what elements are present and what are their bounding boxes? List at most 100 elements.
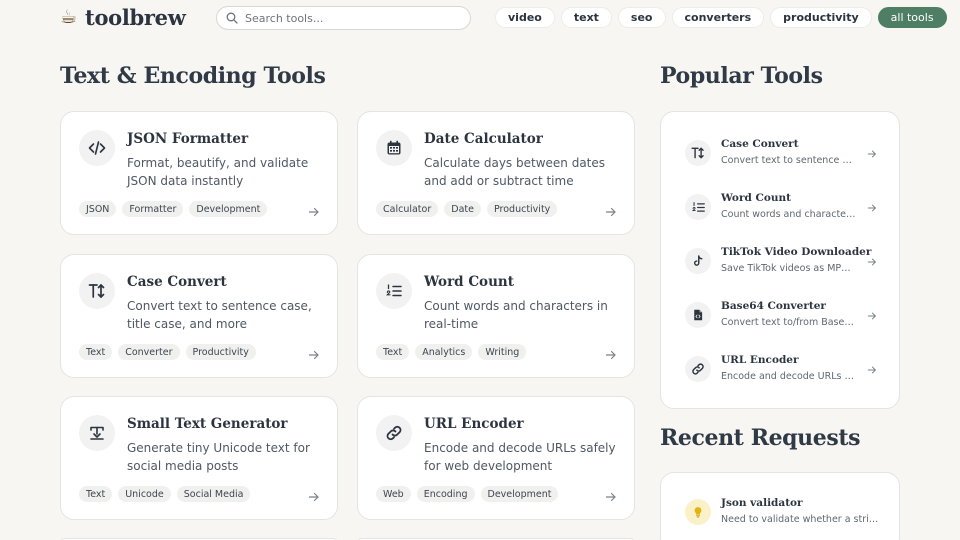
popular-item-base64-converter[interactable]: Base64 Converter Convert text to/from Ba…: [685, 300, 877, 340]
tool-description: Convert text to sentence case, title cas…: [127, 299, 312, 331]
tool-title: Date Calculator: [424, 131, 543, 147]
tag-list: JSON Formatter Development: [79, 201, 268, 217]
popular-item-title: TikTok Video Downloader: [721, 246, 872, 258]
link-icon: [685, 356, 711, 382]
popular-item-word-count[interactable]: Word Count Count words and characters in…: [685, 192, 877, 232]
logo[interactable]: ☕ toolbrew: [60, 4, 186, 30]
tag[interactable]: Text: [376, 344, 410, 360]
tag[interactable]: Text: [79, 486, 113, 502]
lightbulb-icon: [685, 499, 711, 525]
tag[interactable]: Productivity: [486, 201, 558, 217]
tool-title: URL Encoder: [424, 416, 524, 432]
arrow-right-icon: [308, 488, 320, 507]
tool-card-date-calculator[interactable]: Date Calculator Calculate days between d…: [357, 111, 635, 235]
list-ordered-icon: [376, 273, 412, 309]
tag[interactable]: Converter: [118, 344, 180, 360]
arrow-right-icon: [867, 144, 877, 163]
recent-requests-panel: Json validator Need to validate whether …: [660, 472, 900, 540]
tag[interactable]: Analytics: [415, 344, 473, 360]
arrow-right-icon: [308, 203, 320, 222]
nav-pill-all-tools[interactable]: all tools: [877, 7, 947, 28]
tag-list: Calculator Date Productivity: [376, 201, 558, 217]
tool-card-case-convert[interactable]: Case Convert Convert text to sentence ca…: [60, 254, 338, 378]
arrow-right-icon: [867, 198, 877, 217]
case-icon: [685, 140, 711, 166]
arrow-right-icon: [867, 306, 877, 325]
tool-title: Case Convert: [127, 274, 227, 290]
popular-item-tiktok-downloader[interactable]: TikTok Video Downloader Save TikTok vide…: [685, 246, 877, 286]
tool-description: Calculate days between dates and add or …: [424, 156, 606, 188]
page-title: Text & Encoding Tools: [60, 63, 326, 89]
tool-title: JSON Formatter: [127, 131, 249, 147]
arrow-right-icon: [605, 203, 617, 222]
tool-card-json-formatter[interactable]: JSON Formatter Format, beautify, and val…: [60, 111, 338, 235]
search-icon: [226, 9, 238, 28]
tool-description: Encode and decode URLs safely for web de…: [424, 441, 616, 473]
tag[interactable]: Productivity: [185, 344, 256, 360]
arrow-right-icon: [867, 360, 877, 379]
popular-tools-panel: Case Convert Convert text to sentence ca…: [660, 111, 900, 409]
popular-item-case-convert[interactable]: Case Convert Convert text to sentence ca…: [685, 138, 877, 178]
category-nav: video text seo converters productivity a…: [495, 7, 947, 28]
search-input[interactable]: [245, 11, 445, 25]
popular-item-title: Case Convert: [721, 138, 799, 150]
nav-pill-converters[interactable]: converters: [671, 7, 765, 28]
tool-card-url-encoder[interactable]: URL Encoder Encode and decode URLs safel…: [357, 396, 635, 520]
nav-pill-productivity[interactable]: productivity: [770, 7, 872, 28]
popular-item-description: Save TikTok videos as MP4 files: [721, 263, 856, 274]
calendar-icon: [376, 130, 412, 166]
recent-item-description: Need to validate whether a string is val…: [721, 514, 881, 525]
tool-card-word-count[interactable]: Word Count Count words and characters in…: [357, 254, 635, 378]
tag[interactable]: JSON: [79, 201, 117, 217]
tag[interactable]: Unicode: [118, 486, 171, 502]
popular-item-description: Convert text to/from Base64 encoding: [721, 317, 856, 328]
link-icon: [376, 415, 412, 451]
popular-item-description: Count words and characters in real-time: [721, 209, 856, 220]
tag-list: Web Encoding Development: [376, 486, 559, 502]
popular-item-url-encoder[interactable]: URL Encoder Encode and decode URLs safel…: [685, 354, 877, 394]
nav-pill-video[interactable]: video: [495, 7, 555, 28]
tool-card-small-text-generator[interactable]: Small Text Generator Generate tiny Unico…: [60, 396, 338, 520]
tag[interactable]: Development: [189, 201, 268, 217]
tool-description: Count words and characters in real-time: [424, 299, 608, 331]
popular-item-description: Encode and decode URLs safely for web: [721, 371, 856, 382]
arrow-right-icon: [605, 488, 617, 507]
tiktok-icon: [685, 248, 711, 274]
list-ordered-icon: [685, 194, 711, 220]
tag[interactable]: Development: [480, 486, 559, 502]
coffee-cup-icon: ☕: [60, 6, 78, 28]
tag[interactable]: Date: [444, 201, 481, 217]
search-bar[interactable]: [216, 6, 471, 30]
recent-requests-title: Recent Requests: [660, 425, 861, 451]
arrow-right-icon: [308, 346, 320, 365]
popular-item-title: Base64 Converter: [721, 300, 826, 312]
tag[interactable]: Web: [376, 486, 411, 502]
popular-item-description: Convert text to sentence case, title cas…: [721, 155, 856, 166]
nav-pill-text[interactable]: text: [560, 7, 612, 28]
nav-pill-seo[interactable]: seo: [617, 7, 666, 28]
recent-item-title: Json validator: [721, 497, 803, 509]
logo-text: toolbrew: [85, 4, 186, 30]
tag-list: Text Converter Productivity: [79, 344, 256, 360]
tag[interactable]: Text: [79, 344, 113, 360]
arrow-right-icon: [867, 252, 877, 271]
site-header: ☕ toolbrew video text seo converters pro…: [0, 0, 960, 36]
case-icon: [79, 273, 115, 309]
tag[interactable]: Encoding: [416, 486, 475, 502]
transform-icon: [79, 415, 115, 451]
arrow-right-icon: [605, 346, 617, 365]
code-icon: [79, 130, 115, 166]
recent-item-json-validator[interactable]: Json validator Need to validate whether …: [685, 497, 881, 537]
tool-description: Generate tiny Unicode text for social me…: [127, 441, 310, 473]
popular-item-title: URL Encoder: [721, 354, 799, 366]
tag[interactable]: Formatter: [122, 201, 184, 217]
tool-title: Word Count: [424, 274, 514, 290]
popular-tools-title: Popular Tools: [660, 63, 823, 89]
popular-item-title: Word Count: [721, 192, 791, 204]
tag[interactable]: Social Media: [176, 486, 251, 502]
tag[interactable]: Writing: [478, 344, 527, 360]
tool-description: Format, beautify, and validate JSON data…: [127, 156, 309, 188]
tag-list: Text Unicode Social Media: [79, 486, 251, 502]
tag[interactable]: Calculator: [376, 201, 439, 217]
tag-list: Text Analytics Writing: [376, 344, 527, 360]
